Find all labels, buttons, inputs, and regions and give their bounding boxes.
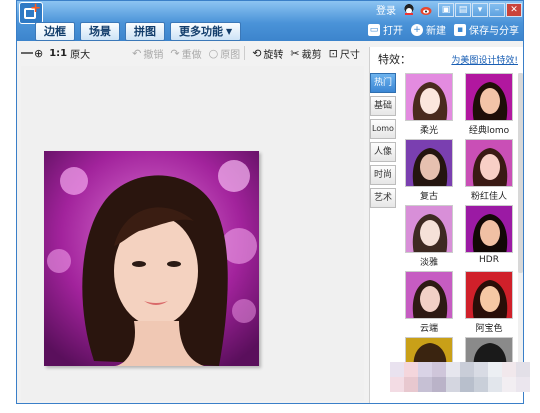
tab-collage[interactable]: 拼图 [125,22,165,41]
login-link[interactable]: 登录 [376,2,396,17]
zoom-ratio[interactable]: 1:1 [49,48,67,59]
resize-icon: ⊡ [328,46,338,60]
folder-open-icon: ▭ [368,23,380,36]
effect-item[interactable]: 柔光 [404,73,454,136]
category-tab-basic[interactable]: 基础 [370,96,396,116]
redo-label: 重做 [181,49,202,61]
design-effect-link[interactable]: 为美图设计特效! [451,53,518,66]
save-share-label: 保存与分享 [469,26,519,37]
effect-item[interactable]: HDR [464,205,514,265]
new-button[interactable]: + 新建 [411,22,446,37]
effect-label: 柔光 [419,126,438,136]
panel-header: 特效： 为美图设计特效! [370,47,523,71]
effects-panel: 特效： 为美图设计特效! 热门 基础 Lomo 人像 时尚 艺术 柔光 经典lo… [369,47,523,403]
effect-label: 淡雅 [419,258,438,268]
effect-item[interactable]: 粉红佳人 [464,139,514,202]
tab-frame[interactable]: 边框 [35,22,75,41]
panel-title: 特效： [378,53,411,66]
crop-label: 裁剪 [301,49,322,61]
effect-thumbnail [405,271,453,319]
app-logo-icon: + [19,1,43,24]
rotate-label: 旋转 [263,49,284,61]
chevron-down-icon: ▼ [226,27,233,36]
tab-more-label: 更多功能 [179,25,223,38]
category-tab-art[interactable]: 艺术 [370,188,396,208]
close-icon[interactable]: ✕ [506,2,522,17]
weibo-icon[interactable] [420,3,434,17]
scrollbar-thumb[interactable] [518,73,523,273]
rotate-icon: ⟲ [252,46,262,60]
effect-thumbnail [465,271,513,319]
open-label: 打开 [383,26,403,37]
effects-scrollbar[interactable] [518,73,523,383]
effect-item[interactable]: 淡雅 [404,205,454,268]
menu-icon[interactable]: ▾ [472,2,488,17]
undo-button[interactable]: ↶ 撤销 [132,46,163,61]
category-tab-portrait[interactable]: 人像 [370,142,396,162]
effect-thumbnail [465,205,513,253]
file-actions: ▭ 打开 + 新建 ▪ 保存与分享 [368,22,519,37]
photo-preview[interactable] [44,151,259,366]
rotate-button[interactable]: ⟲ 旋转 [252,46,283,61]
effect-label: 云端 [419,324,438,334]
edit-toolbar: ⊕ 1:1 原大 ↶ 撤销 ↷ 重做 ○ 原图 ⟲ 旋转 ✂ 裁剪 ⊡ 尺寸 [17,41,367,65]
effect-thumbnail [405,139,453,187]
effect-item[interactable]: 经典lomo [464,73,514,136]
effect-item[interactable]: 阿宝色 [464,271,514,334]
plus-circle-icon: + [411,23,423,36]
save-icon: ▪ [454,23,466,36]
top-right-controls: 登录 ▣ ▤ ▾ – ✕ [376,1,523,18]
category-tab-hot[interactable]: 热门 [370,73,396,93]
zoom-in-icon[interactable]: ⊕ [34,47,43,60]
effect-label: 阿宝色 [475,324,503,334]
message-icon[interactable]: ▤ [455,2,471,17]
reset-icon: ○ [208,46,219,60]
minimize-icon[interactable]: – [489,2,505,17]
effect-categories: 热门 基础 Lomo 人像 时尚 艺术 [370,73,398,211]
original-size-label[interactable]: 原大 [70,46,90,61]
skin-icon[interactable]: ▣ [438,2,454,17]
resize-button[interactable]: ⊡ 尺寸 [329,46,360,61]
category-tab-lomo[interactable]: Lomo [370,119,396,139]
photo-canvas [21,66,364,401]
toolbar-divider [244,46,246,60]
effect-thumbnail [405,205,453,253]
tab-more-features[interactable]: 更多功能 ▼ [170,22,242,41]
reset-label: 原图 [220,49,241,61]
effect-label: 粉红佳人 [470,192,507,202]
redo-icon: ↷ [170,46,180,60]
new-label: 新建 [426,26,446,37]
zoom-slider[interactable] [21,52,33,54]
crop-button[interactable]: ✂ 裁剪 [290,46,321,61]
reset-button[interactable]: ○ 原图 [209,46,241,61]
effect-thumbnail [405,73,453,121]
title-bar: + 边框 场景 拼图 更多功能 ▼ 登录 ▣ ▤ ▾ – ✕ ▭ 打开 + 新建… [17,1,523,41]
save-share-button[interactable]: ▪ 保存与分享 [454,22,519,37]
open-button[interactable]: ▭ 打开 [368,22,403,37]
effect-label: HDR [479,255,499,265]
undo-label: 撤销 [143,49,164,61]
tab-scene[interactable]: 场景 [80,22,120,41]
effect-item[interactable]: 云端 [404,271,454,334]
effect-label: 经典lomo [468,126,510,136]
crop-icon: ✂ [290,46,300,60]
category-tab-fashion[interactable]: 时尚 [370,165,396,185]
main-tabs: 边框 场景 拼图 更多功能 ▼ [35,22,242,41]
effect-thumbnail [465,139,513,187]
app-window: + 边框 场景 拼图 更多功能 ▼ 登录 ▣ ▤ ▾ – ✕ ▭ 打开 + 新建… [16,0,524,404]
pixel-mosaic-overlay [390,362,530,392]
effect-thumbnail [465,73,513,121]
undo-icon: ↶ [132,46,142,60]
redo-button[interactable]: ↷ 重做 [170,46,201,61]
effect-label: 复古 [419,192,438,202]
resize-label: 尺寸 [339,49,360,61]
effect-item[interactable]: 复古 [404,139,454,202]
qq-icon[interactable] [402,2,416,17]
